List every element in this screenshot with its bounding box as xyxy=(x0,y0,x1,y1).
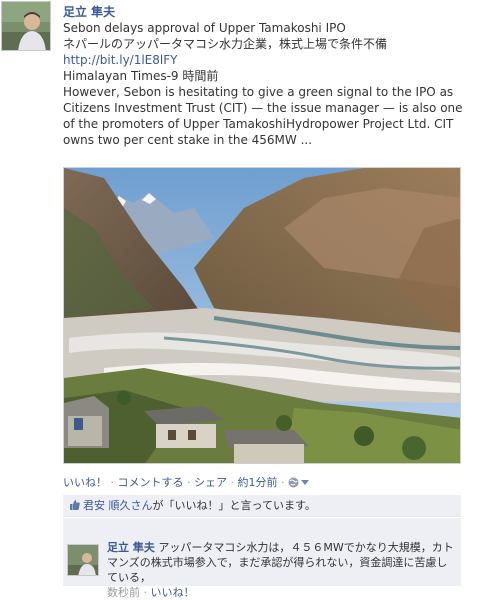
likes-sentence: 君安 順久さんが「いいね！」と言っています。 xyxy=(63,495,461,517)
post-link[interactable]: http://bit.ly/1lE8lFY xyxy=(63,53,177,67)
post-headline: Sebon delays approval of Upper Tamakoshi… xyxy=(63,21,346,35)
chevron-down-icon[interactable] xyxy=(301,475,309,488)
post-photo[interactable] xyxy=(63,167,461,464)
post-body: Sebon delays approval of Upper Tamakoshi… xyxy=(63,20,468,148)
author-avatar[interactable] xyxy=(1,1,51,51)
comment-author-name[interactable]: 足立 隼夫 xyxy=(107,541,155,554)
post-time[interactable]: 約1分前 xyxy=(238,476,278,489)
comment-like-link[interactable]: いいね！ xyxy=(151,586,195,599)
comment-body: 足立 隼夫 アッパータマコシ水力は，４５６MWでかなり大規模，カトマンズの株式市… xyxy=(107,540,457,600)
share-link[interactable]: シェア xyxy=(194,476,227,489)
comment-link[interactable]: コメントする xyxy=(118,476,184,489)
comment-text: アッパータマコシ水力は，４５６MWでかなり大規模，カトマンズの株式市場参入で，ま… xyxy=(107,541,454,584)
comment-meta: 数秒前 · いいね！ xyxy=(107,586,195,599)
post-snippet: However, Sebon is hesitating to give a g… xyxy=(63,85,463,147)
post-author-name[interactable]: 足立 隼夫 xyxy=(63,3,115,20)
comment-time[interactable]: 数秒前 xyxy=(107,586,140,599)
feedback-box: 君安 順久さんが「いいね！」と言っています。 足立 隼夫 アッパータマコシ水力は… xyxy=(63,495,461,599)
comment-item: 足立 隼夫 アッパータマコシ水力は，４５６MWでかなり大規模，カトマンズの株式市… xyxy=(63,517,461,599)
post-translation: ネパールのアッパータマコシ水力企業，株式上場で条件不備 xyxy=(63,37,388,51)
comment-avatar[interactable] xyxy=(67,544,99,576)
post-actions: いいね！ · コメントする · シェア · 約1分前 · xyxy=(63,474,309,491)
globe-icon[interactable] xyxy=(288,477,299,491)
thumbs-up-icon xyxy=(70,496,80,510)
like-link[interactable]: いいね！ xyxy=(63,476,107,489)
post-source: Himalayan Times-9 時間前 xyxy=(63,69,219,83)
liker-name[interactable]: 君安 順久さん xyxy=(83,499,153,512)
